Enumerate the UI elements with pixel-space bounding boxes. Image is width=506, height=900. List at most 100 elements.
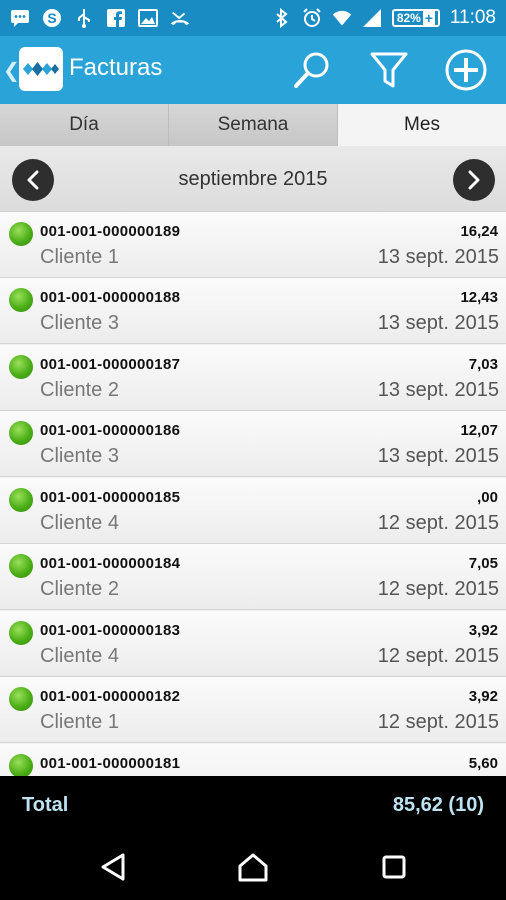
bluetooth-icon xyxy=(272,8,292,28)
add-button[interactable] xyxy=(444,48,488,92)
missed-call-icon xyxy=(170,8,190,28)
period-selector: septiembre 2015 xyxy=(0,146,506,212)
invoice-client: Cliente 1 xyxy=(40,246,119,268)
invoice-date: 13 sept. 2015 xyxy=(377,246,499,268)
message-icon xyxy=(10,8,30,28)
invoice-number: 001-001-000000188 xyxy=(40,289,181,306)
invoice-number: 001-001-000000181 xyxy=(40,755,181,772)
status-dot-icon xyxy=(9,488,33,512)
invoice-number: 001-001-000000189 xyxy=(40,223,181,240)
alarm-icon xyxy=(302,8,322,28)
total-value: 85,62 (10) xyxy=(392,794,484,816)
svg-text:S: S xyxy=(47,10,56,26)
invoice-client: Cliente 2 xyxy=(40,578,119,600)
invoice-amount: 7,03 xyxy=(468,356,498,373)
charging-icon: + xyxy=(422,9,435,27)
app-logo[interactable] xyxy=(19,47,63,91)
invoice-number: 001-001-000000184 xyxy=(40,555,181,572)
total-label: Total xyxy=(22,794,69,816)
status-dot-icon xyxy=(9,288,33,312)
invoice-list[interactable]: 001-001-000000189 16,24 Cliente 1 13 sep… xyxy=(0,212,506,776)
invoice-amount: 5,60 xyxy=(468,755,498,772)
invoice-client: Cliente 2 xyxy=(40,379,119,401)
up-chevron-icon[interactable]: ❮ xyxy=(3,58,20,83)
signal-icon xyxy=(362,8,382,28)
chevron-right-icon xyxy=(468,170,480,190)
filter-button[interactable] xyxy=(367,48,411,92)
notification-icons: S xyxy=(10,0,190,36)
system-icons: 82% + 11:08 xyxy=(272,0,496,36)
wifi-icon xyxy=(332,8,352,28)
back-button[interactable] xyxy=(96,850,130,884)
invoice-client: Cliente 3 xyxy=(40,312,119,334)
battery-percent: 82% xyxy=(396,11,421,25)
invoice-date: 13 sept. 2015 xyxy=(377,445,499,467)
next-period-button[interactable] xyxy=(453,159,495,201)
invoice-date: 12 sept. 2015 xyxy=(377,512,499,534)
logo-diamonds-icon xyxy=(23,62,59,76)
period-label: septiembre 2015 xyxy=(178,168,328,190)
invoice-amount: 7,05 xyxy=(468,555,498,572)
status-dot-icon xyxy=(9,621,33,645)
period-tabs: Día Semana Mes xyxy=(0,104,506,146)
status-dot-icon xyxy=(9,421,33,445)
filter-icon xyxy=(370,52,408,88)
invoice-client: Cliente 4 xyxy=(40,645,119,667)
invoice-amount: 12,07 xyxy=(460,422,498,439)
status-dot-icon xyxy=(9,222,33,246)
status-dot-icon xyxy=(9,355,33,379)
invoice-amount: ,00 xyxy=(477,489,498,506)
invoice-number: 001-001-000000187 xyxy=(40,356,181,373)
tab-mes[interactable]: Mes xyxy=(338,104,506,146)
invoice-number: 001-001-000000186 xyxy=(40,422,181,439)
tab-semana[interactable]: Semana xyxy=(169,104,338,146)
invoice-number: 001-001-000000183 xyxy=(40,622,181,639)
invoice-row[interactable]: 001-001-000000185 ,00 Cliente 4 12 sept.… xyxy=(0,478,506,544)
invoice-amount: 3,92 xyxy=(468,622,498,639)
tab-dia[interactable]: Día xyxy=(0,104,169,146)
clock: 11:08 xyxy=(449,7,496,28)
invoice-row[interactable]: 001-001-000000189 16,24 Cliente 1 13 sep… xyxy=(0,212,506,278)
invoice-row[interactable]: 001-001-000000182 3,92 Cliente 1 12 sept… xyxy=(0,677,506,743)
invoice-row[interactable]: 001-001-000000184 7,05 Cliente 2 12 sept… xyxy=(0,544,506,610)
invoice-client: Cliente 4 xyxy=(40,512,119,534)
invoice-number: 001-001-000000185 xyxy=(40,489,181,506)
invoice-row[interactable]: 001-001-000000186 12,07 Cliente 3 13 sep… xyxy=(0,411,506,477)
invoice-date: 12 sept. 2015 xyxy=(377,711,499,733)
recents-button[interactable] xyxy=(377,850,411,884)
search-button[interactable] xyxy=(290,48,334,92)
home-button[interactable] xyxy=(236,850,270,884)
battery-indicator: 82% + xyxy=(391,9,440,27)
invoice-number: 001-001-000000182 xyxy=(40,688,181,705)
invoice-date: 12 sept. 2015 xyxy=(377,645,499,667)
invoice-client: Cliente 3 xyxy=(40,445,119,467)
image-icon xyxy=(138,8,158,28)
invoice-amount: 16,24 xyxy=(460,223,498,240)
invoice-date: 12 sept. 2015 xyxy=(377,578,499,600)
invoice-date: 13 sept. 2015 xyxy=(377,379,499,401)
invoice-amount: 3,92 xyxy=(468,688,498,705)
invoice-row[interactable]: 001-001-000000187 7,03 Cliente 2 13 sept… xyxy=(0,345,506,411)
app-title: Facturas xyxy=(69,54,163,81)
status-dot-icon xyxy=(9,754,33,776)
app-bar: ❮ Facturas xyxy=(0,36,506,104)
invoice-row[interactable]: 001-001-000000188 12,43 Cliente 3 13 sep… xyxy=(0,278,506,344)
add-icon xyxy=(445,49,487,91)
recents-icon xyxy=(382,855,406,879)
facebook-icon xyxy=(106,8,126,28)
invoice-date: 13 sept. 2015 xyxy=(377,312,499,334)
status-dot-icon xyxy=(9,554,33,578)
invoice-amount: 12,43 xyxy=(460,289,498,306)
back-icon xyxy=(101,853,125,881)
total-bar: Total 85,62 (10) xyxy=(0,776,506,834)
status-dot-icon xyxy=(9,687,33,711)
home-icon xyxy=(238,853,268,882)
system-nav-bar xyxy=(0,834,506,900)
status-bar: S 82% + 11:08 xyxy=(0,0,506,36)
invoice-client: Cliente 1 xyxy=(40,711,119,733)
invoice-row[interactable]: 001-001-000000181 5,60 xyxy=(0,744,506,776)
invoice-row[interactable]: 001-001-000000183 3,92 Cliente 4 12 sept… xyxy=(0,611,506,677)
skype-icon: S xyxy=(42,8,62,28)
usb-icon xyxy=(74,8,94,28)
search-icon xyxy=(294,52,329,88)
